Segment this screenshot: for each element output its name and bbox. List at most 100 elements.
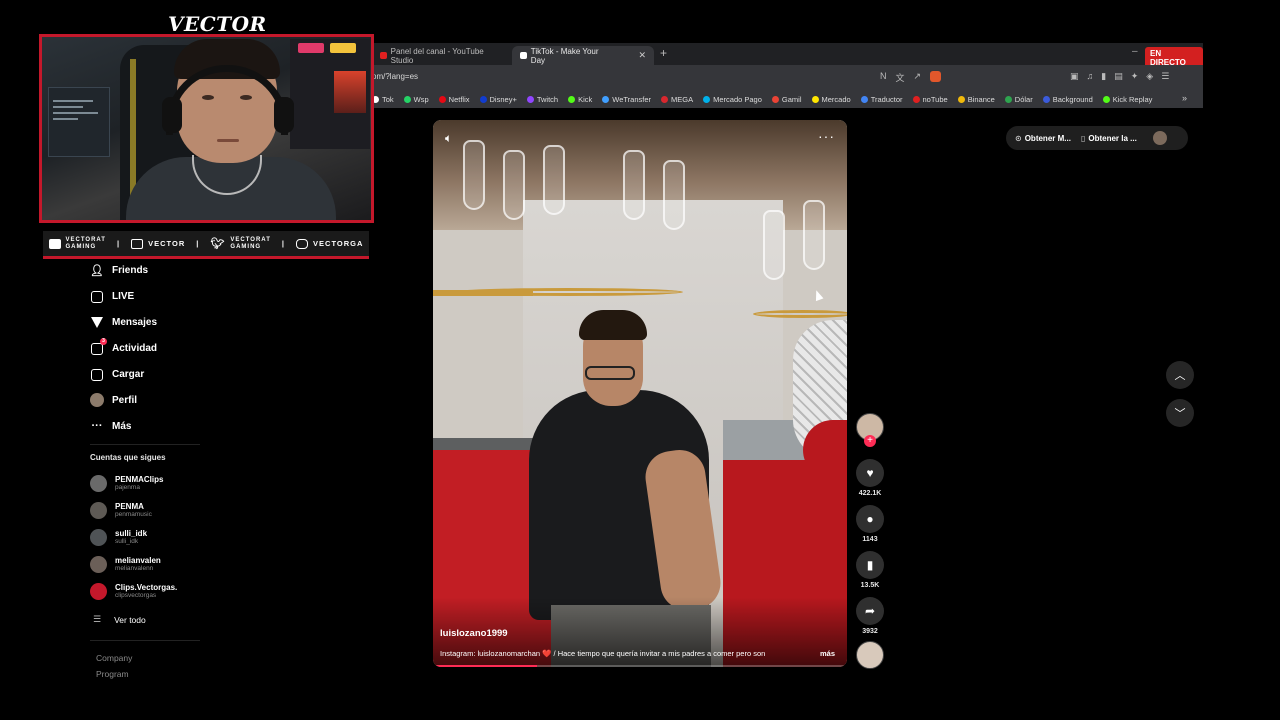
bookmarks-bar: Tok Wsp Netflix Disney+ Twitch Kick WeTr…: [372, 90, 1203, 108]
bookmark-mercado-pago[interactable]: Mercado Pago: [703, 95, 762, 104]
music-icon[interactable]: ♫: [1087, 71, 1094, 82]
next-video-button[interactable]: ﹀: [1166, 399, 1194, 427]
headset-cup-left: [162, 97, 182, 133]
browser-tab-bar: Panel del canal - YouTube Studio TikTok …: [372, 43, 1203, 69]
screenshot-icon[interactable]: ▣: [1070, 71, 1079, 82]
account-handle: pajenma: [115, 484, 140, 491]
following-account[interactable]: melianvalen melianvalenn: [90, 551, 220, 578]
avatar: [90, 529, 107, 546]
following-account[interactable]: Clips.Vectorgas. clipsvectorgas: [90, 578, 220, 605]
extension-icon[interactable]: ✦: [1131, 71, 1139, 82]
sidebar-item-live[interactable]: LIVE: [90, 284, 230, 310]
sidebar-item-label: LIVE: [112, 291, 135, 303]
previous-video-button[interactable]: ︿: [1166, 361, 1194, 389]
comment-icon: ●: [856, 505, 884, 533]
wallet-icon[interactable]: ▤: [1114, 71, 1123, 82]
comment-button[interactable]: ● 1143: [855, 505, 885, 543]
sidebar-item-label: Más: [112, 420, 132, 432]
wine-glass: [623, 150, 645, 220]
sidebar-nav: 👤︎ Friends LIVE Mensajes 3 Actividad Car…: [90, 258, 230, 439]
menu-icon[interactable]: ☰: [1161, 71, 1169, 82]
follow-plus-icon[interactable]: +: [864, 435, 876, 447]
bookmark-gamil[interactable]: Gamil: [771, 95, 802, 104]
bookmark-twitch[interactable]: Twitch: [526, 95, 558, 104]
sidebar-item-more[interactable]: ··· Más: [90, 413, 230, 439]
bookmark-label: Dólar: [1014, 94, 1033, 104]
user-avatar[interactable]: [1152, 131, 1167, 145]
sidebar-item-activity[interactable]: 3 Actividad: [90, 336, 230, 362]
bookmark-kick[interactable]: Kick: [568, 95, 592, 104]
sidebar-item-messages[interactable]: Mensajes: [90, 310, 230, 336]
tab-tiktok[interactable]: TikTok - Make Your Day ✕: [512, 46, 654, 65]
like-count: 422.1K: [858, 490, 882, 497]
bookmark-dolar[interactable]: Dólar: [1004, 94, 1033, 104]
get-app-button-2[interactable]: ▯ Obtener la ...: [1081, 134, 1137, 143]
share-button[interactable]: ➦ 3932: [855, 597, 885, 635]
bookmark-netflix[interactable]: Netflix: [438, 95, 470, 104]
bookmark-label: Mercado: [821, 94, 851, 104]
brave-shield-icon[interactable]: [930, 71, 942, 82]
social-label: VECTORAT: [65, 236, 106, 243]
bookmark-mercado[interactable]: Mercado: [811, 94, 851, 104]
social-twitter: 🐦︎ VECTORAT GAMING: [210, 237, 270, 251]
translate-icon[interactable]: 文: [896, 71, 905, 84]
bookmark-traductor[interactable]: Traductor: [860, 94, 903, 104]
volume-icon[interactable]: 🔈︎: [445, 131, 452, 146]
bookmark-binance[interactable]: Binance: [957, 94, 995, 104]
bookmark-icon: ▮: [856, 551, 884, 579]
sidebar-item-friends[interactable]: 👤︎ Friends: [90, 258, 230, 284]
share-icon[interactable]: ↗: [914, 71, 922, 84]
url-field[interactable]: om/?lang=es: [372, 72, 418, 81]
social-label: GAMING: [65, 243, 97, 250]
following-account[interactable]: sulli_idk sulli_idk: [90, 524, 220, 551]
bookmark-label: Traductor: [870, 94, 903, 104]
sidebar-item-upload[interactable]: Cargar: [90, 362, 230, 388]
streamer-logo: VECTOR: [168, 12, 267, 36]
toolbar-icons: ▣ ♫ ▮ ▤ ✦ ◈ ☰: [1070, 71, 1169, 82]
twitter-icon: 🐦︎: [210, 238, 226, 250]
social-twitch: VECTOR: [131, 238, 185, 249]
youtube-studio-favicon-icon: [380, 52, 387, 59]
video-username[interactable]: luislozano1999: [440, 628, 508, 639]
background-monitor: [48, 87, 110, 157]
footer-link-company[interactable]: Company: [96, 650, 132, 666]
new-tab-button[interactable]: +: [660, 46, 667, 60]
translate-off-icon[interactable]: N: [880, 71, 887, 84]
get-app-button-1[interactable]: ⊙ Obtener M...: [1015, 134, 1071, 143]
close-tab-icon[interactable]: ✕: [638, 50, 646, 61]
sidebar-item-profile[interactable]: Perfil: [90, 387, 230, 413]
bookmark-notube[interactable]: noTube: [912, 95, 948, 104]
bookmarks-more-icon[interactable]: »: [1182, 93, 1187, 103]
bookmark-mega[interactable]: MEGA: [661, 95, 693, 104]
bookmark-background[interactable]: Background: [1042, 95, 1093, 104]
footer-link-program[interactable]: Program: [96, 666, 132, 682]
account-name: Clips.Vectorgas.: [115, 583, 178, 592]
caption-more-link[interactable]: más: [820, 649, 835, 658]
glass-rack-ring: [753, 310, 847, 318]
video-progress-bar[interactable]: [433, 665, 847, 667]
like-button[interactable]: ♥ 422.1K: [855, 459, 885, 497]
sidebar-icon[interactable]: ▮: [1101, 71, 1106, 82]
heart-icon: ♥: [856, 459, 884, 487]
following-list: PENMAClips pajenma PENMA penmamusic sulli_…: [90, 470, 220, 605]
bookmark-disney[interactable]: Disney+: [479, 95, 517, 104]
instagram-icon: [296, 238, 309, 249]
bookmark-tiktok[interactable]: Tok: [372, 95, 394, 104]
save-button[interactable]: ▮ 13.5K: [855, 551, 885, 589]
bookmark-kick-replay[interactable]: Kick Replay: [1102, 95, 1152, 104]
bookmark-label: Binance: [967, 94, 995, 104]
see-all-link[interactable]: ☰ Ver todo: [93, 614, 146, 625]
more-options-icon[interactable]: ···: [818, 128, 835, 144]
bookmark-wetransfer[interactable]: WeTransfer: [602, 95, 651, 104]
bookmark-wsp[interactable]: Wsp: [403, 95, 429, 104]
following-account[interactable]: PENMA penmamusic: [90, 497, 220, 524]
mercado-pago-icon: [703, 95, 711, 103]
following-account[interactable]: PENMAClips pajenma: [90, 470, 220, 497]
video-player[interactable]: 🔈︎ ··· luislozano1999 Instagram: luisloz…: [433, 120, 847, 667]
tab-title: Panel del canal - YouTube Studio: [390, 46, 484, 65]
divider: |: [281, 239, 285, 248]
vpn-icon[interactable]: ◈: [1146, 71, 1153, 82]
minimize-icon[interactable]: –: [1132, 46, 1138, 57]
sound-disc-avatar[interactable]: [856, 641, 884, 669]
tab-youtube-studio[interactable]: Panel del canal - YouTube Studio: [372, 46, 510, 65]
